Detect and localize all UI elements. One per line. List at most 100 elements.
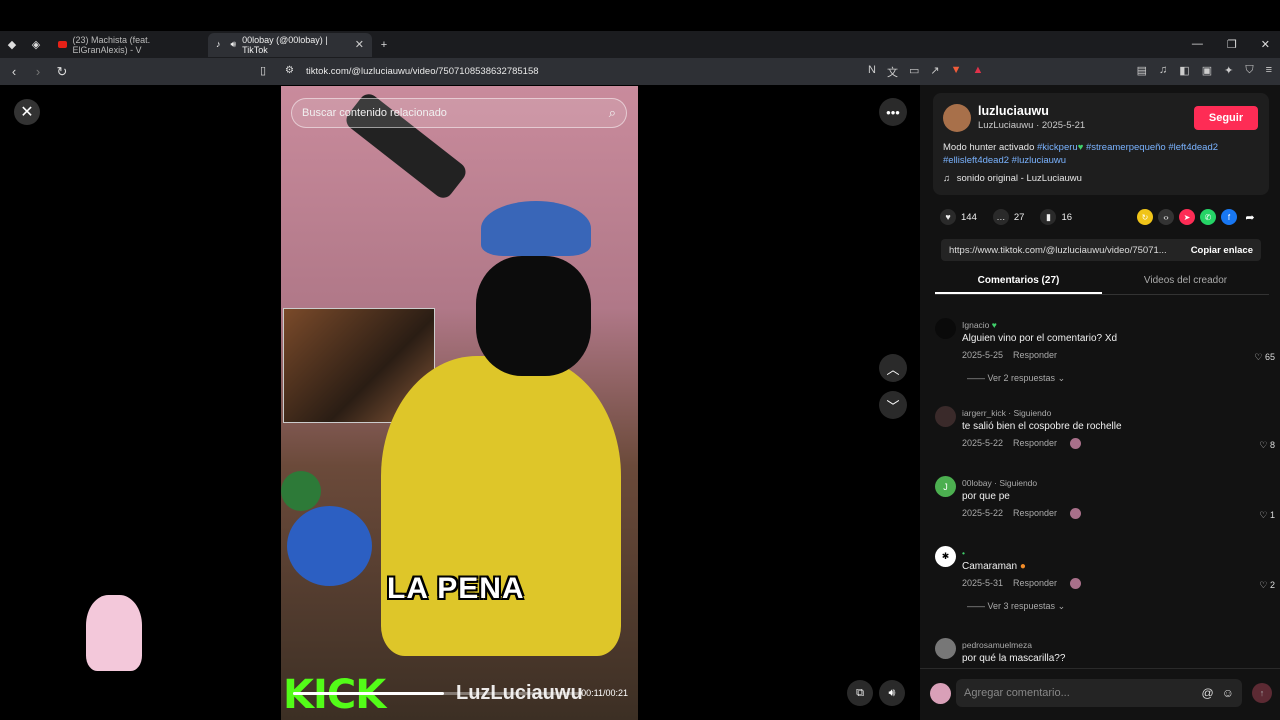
rewards-triangle-icon[interactable]: ▲ [972,64,983,80]
facebook-icon[interactable]: f [1221,209,1237,225]
sound-link[interactable]: ♫ sonido original - LuzLuciauwu [943,173,1082,184]
search-placeholder: Buscar contenido relacionado [302,107,447,119]
minimize-icon[interactable]: — [1192,38,1203,51]
comment-item: iargerr_kick · Siguiendo te salió bien e… [935,403,1275,473]
heart-icon: ♥ [940,209,956,225]
reply-button[interactable]: Responder [1013,438,1057,448]
previous-video-icon[interactable]: ︿ [879,354,907,382]
whatsapp-icon[interactable]: ✆ [1200,209,1216,225]
hashtag-link[interactable]: #left4dead2 [1168,142,1218,153]
save-button[interactable]: ▮ 16 [1040,209,1072,225]
embed-icon[interactable]: ‹› [1158,209,1174,225]
creator-avatar[interactable] [943,104,971,132]
menu-icon[interactable]: ≡ [1266,64,1272,77]
url-field[interactable]: tiktok.com/@luzluciauwu/video/7507108538… [306,66,539,77]
comment-input[interactable]: Agregar comentario... @ ☺ [956,679,1242,707]
top-bezel [0,0,1280,31]
video-link[interactable]: https://www.tiktok.com/@luzluciauwu/vide… [949,245,1167,256]
more-options-icon[interactable]: ••• [879,98,907,126]
next-video-icon[interactable]: ﹀ [879,391,907,419]
creator-meta: LuzLuciauwu · 2025-5-21 [978,120,1086,131]
tab-tiktok[interactable]: ♪ 🔊︎ 00lobay (@00lobay) | TikTok ✕ [208,32,372,57]
commenter-name[interactable]: Ignacio ♥ [962,320,997,330]
related-search-input[interactable]: Buscar contenido relacionado ⌕ [291,98,627,128]
fire-icon: ● [1019,561,1026,572]
bookmark-icon[interactable]: ▯ [260,64,266,77]
view-replies-button[interactable]: —— Ver 3 respuestas ⌄ [967,601,1065,612]
brave-shield-icon[interactable]: ▼ [951,64,962,80]
comment-like-button[interactable]: ♡ 2 [1259,580,1275,591]
close-window-icon[interactable]: ✕ [1261,38,1270,51]
media-icon[interactable]: ♫ [1159,64,1167,77]
reply-button[interactable]: Responder [1013,578,1057,588]
hashtag-link[interactable]: #streamerpequeño [1086,142,1166,153]
commenter-name[interactable]: pedrosamuelmeza [962,640,1032,650]
tab-creator-videos[interactable]: Videos del creador [1102,269,1269,294]
video-player[interactable]: Buscar contenido relacionado ⌕ LA PENA K… [281,86,638,720]
more-share-icon[interactable]: ➦ [1242,209,1258,225]
view-replies-button[interactable]: —— Ver 2 respuestas ⌄ [967,373,1065,384]
brave-lion-icon[interactable]: ◆ [0,33,24,57]
video-stage: ✕ Buscar contenido relacionado ⌕ LA PENA… [0,85,920,720]
mention-icon[interactable]: @ [1202,686,1214,700]
copy-link-button[interactable]: Copiar enlace [1191,245,1253,256]
search-icon[interactable]: ⌕ [609,105,616,121]
panel-tabs: Comentarios (27) Videos del creador [935,269,1269,295]
commenter-name[interactable]: 00lobay · Siguiendo [962,478,1037,488]
leo-icon[interactable]: ✦ [1224,64,1233,77]
reload-icon[interactable]: ↻ [52,64,72,80]
close-tab-icon[interactable]: ✕ [355,38,364,51]
repost-icon[interactable]: ↻ [1137,209,1153,225]
commenter-name[interactable]: iargerr_kick · Siguiendo [962,408,1051,418]
forward-icon[interactable]: › [28,64,48,79]
commenter-avatar[interactable]: ✱ [935,546,956,567]
commenter-avatar[interactable] [935,638,956,659]
volume-icon[interactable]: 🔊︎ [879,680,905,706]
tab-comments[interactable]: Comentarios (27) [935,269,1102,294]
hashtag-link[interactable]: #ellisleft4dead2 [943,155,1009,166]
creator-liked-avatar [1070,508,1081,519]
back-icon[interactable]: ‹ [4,64,24,79]
translate-icon[interactable]: 文 [887,64,898,80]
video-frame-mask [476,256,591,376]
tab-youtube[interactable]: (23) Machista (feat. ElGranAlexis) - V [50,33,208,57]
bookmark-icon: ▮ [1040,209,1057,225]
close-icon[interactable]: ✕ [14,99,40,125]
new-tab-icon[interactable]: + [372,33,396,57]
send-friend-icon[interactable]: ➤ [1179,209,1195,225]
green-heart-icon: ♥ [1077,142,1084,153]
comment-item: J 00lobay · Siguiendo por que pe 2025-5-… [935,473,1275,543]
like-button[interactable]: ♥ 144 [940,209,977,225]
site-settings-icon[interactable]: ⚙ [285,65,294,76]
wallet-icon[interactable]: ▣ [1202,64,1212,77]
comment-button[interactable]: … 27 [992,209,1025,225]
reply-button[interactable]: Responder [1013,508,1057,518]
share-icon[interactable]: ↗ [930,64,939,80]
hashtag-link[interactable]: #luzluciauwu [1012,155,1066,166]
commenter-name[interactable]: • [962,548,965,558]
send-icon[interactable]: ↑ [1252,683,1272,703]
comment-like-button[interactable]: ♡ 65 [1254,352,1275,363]
commenter-avatar[interactable]: J [935,476,956,497]
hashtag-link[interactable]: #kickperu [1037,142,1078,153]
creator-username[interactable]: luzluciauwu [978,104,1049,118]
video-frame-shirt [381,356,621,656]
reader-icon[interactable]: ▤ [1137,64,1147,77]
restore-icon[interactable]: ❐ [1227,38,1237,51]
commenter-avatar[interactable] [935,318,956,339]
video-frame-green-hat [281,471,321,511]
commenter-avatar[interactable] [935,406,956,427]
no-translate-icon[interactable]: N [868,64,876,80]
brave-rewards-icon[interactable]: ◈ [24,33,48,57]
cast-icon[interactable]: ▭ [909,64,919,80]
comment-like-button[interactable]: ♡ 1 [1259,510,1275,521]
floating-player-icon[interactable]: ⧉ [847,680,873,706]
reply-button[interactable]: Responder [1013,350,1057,360]
comment-count: 27 [1013,211,1025,223]
comment-like-button[interactable]: ♡ 8 [1259,440,1275,451]
emoji-icon[interactable]: ☺ [1222,686,1234,700]
vpn-icon[interactable]: ⛉ [1245,64,1253,77]
follow-button[interactable]: Seguir [1194,106,1258,130]
sidebar-icon[interactable]: ◧ [1179,64,1189,77]
progress-bar[interactable] [293,692,583,695]
